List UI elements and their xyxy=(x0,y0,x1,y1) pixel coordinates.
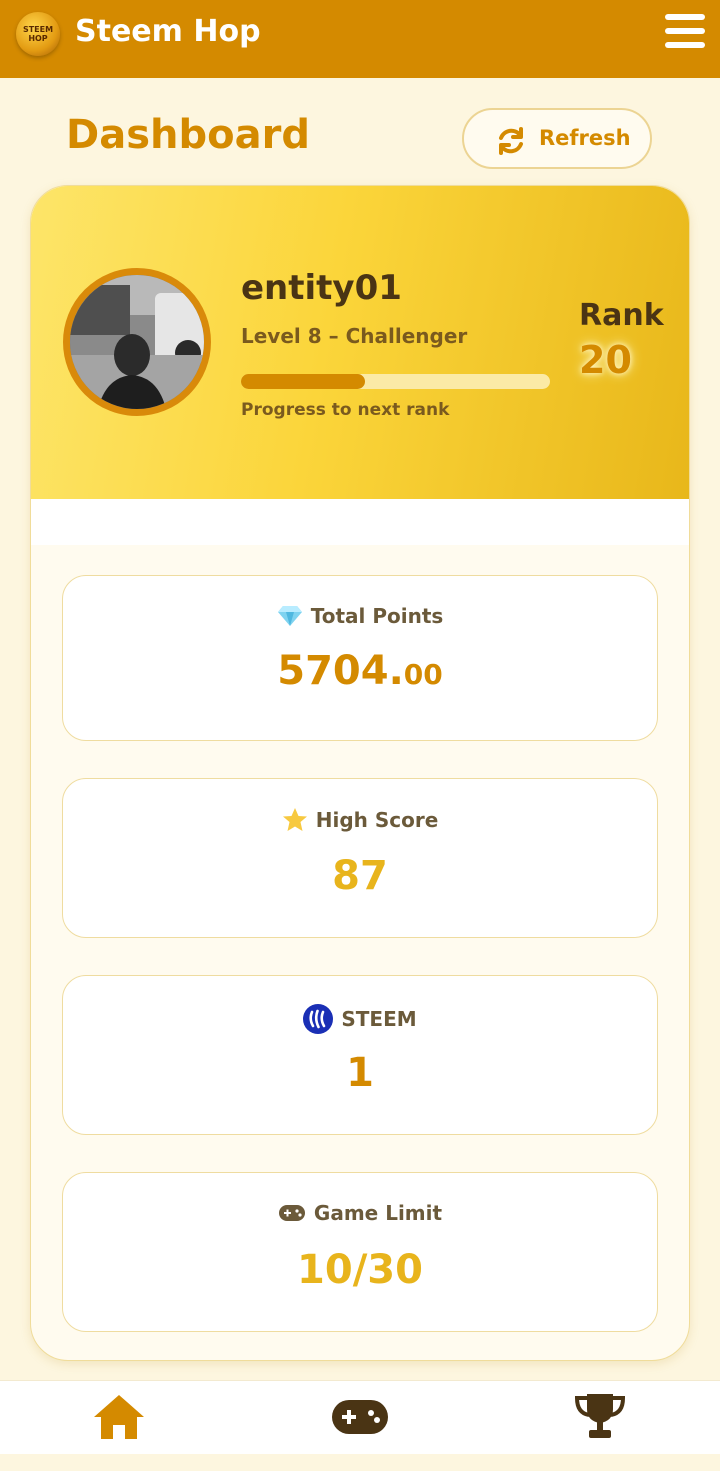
progress-label: Progress to next rank xyxy=(241,400,450,420)
steem-card: STEEM 1 xyxy=(62,975,658,1135)
gamepad-icon xyxy=(332,1400,388,1434)
trophy-icon xyxy=(574,1394,626,1438)
refresh-label: Refresh xyxy=(539,126,631,150)
rank-label: Rank xyxy=(579,298,664,333)
gamepad-icon xyxy=(278,1205,305,1221)
menu-icon[interactable] xyxy=(665,14,705,50)
refresh-button[interactable]: Refresh xyxy=(462,108,652,169)
high-score-card: High Score 87 xyxy=(62,778,658,938)
high-score-label: High Score xyxy=(315,807,439,832)
high-score-value: 87 xyxy=(332,853,388,899)
level-label: Level 8 – Challenger xyxy=(241,324,468,348)
refresh-icon xyxy=(499,127,523,155)
nav-home-button[interactable] xyxy=(92,1393,146,1445)
game-limit-card: Game Limit 10/30 xyxy=(62,1172,658,1332)
page-title: Dashboard xyxy=(66,112,310,158)
app-title: Steem Hop xyxy=(75,14,261,49)
game-limit-value: 10/30 xyxy=(297,1247,423,1293)
home-icon xyxy=(94,1395,144,1439)
total-points-value: 5704.00 xyxy=(277,648,443,694)
nav-games-button[interactable] xyxy=(331,1399,389,1439)
rank-value: 20 xyxy=(579,338,632,382)
bottom-nav xyxy=(0,1380,720,1455)
total-points-label: Total Points xyxy=(310,604,444,628)
diamond-icon xyxy=(277,606,302,626)
nav-leaderboard-button[interactable] xyxy=(573,1391,627,1445)
profile-card: entity01 Level 8 – Challenger Progress t… xyxy=(31,186,689,499)
rank-progress-bar xyxy=(241,374,550,389)
avatar[interactable] xyxy=(63,268,211,416)
username: entity01 xyxy=(241,268,402,308)
total-points-card: Total Points 5704.00 xyxy=(62,575,658,741)
dashboard-panel: entity01 Level 8 – Challenger Progress t… xyxy=(30,185,690,1361)
top-bar: STEEM HOP Steem Hop xyxy=(0,0,720,78)
steem-icon xyxy=(303,1004,334,1034)
app-logo-icon[interactable]: STEEM HOP xyxy=(16,12,60,56)
star-icon xyxy=(282,808,307,831)
game-limit-label: Game Limit xyxy=(313,1201,443,1225)
steem-value: 1 xyxy=(346,1050,374,1096)
rank-progress-fill xyxy=(241,374,365,389)
steem-label: STEEM xyxy=(341,1007,417,1031)
